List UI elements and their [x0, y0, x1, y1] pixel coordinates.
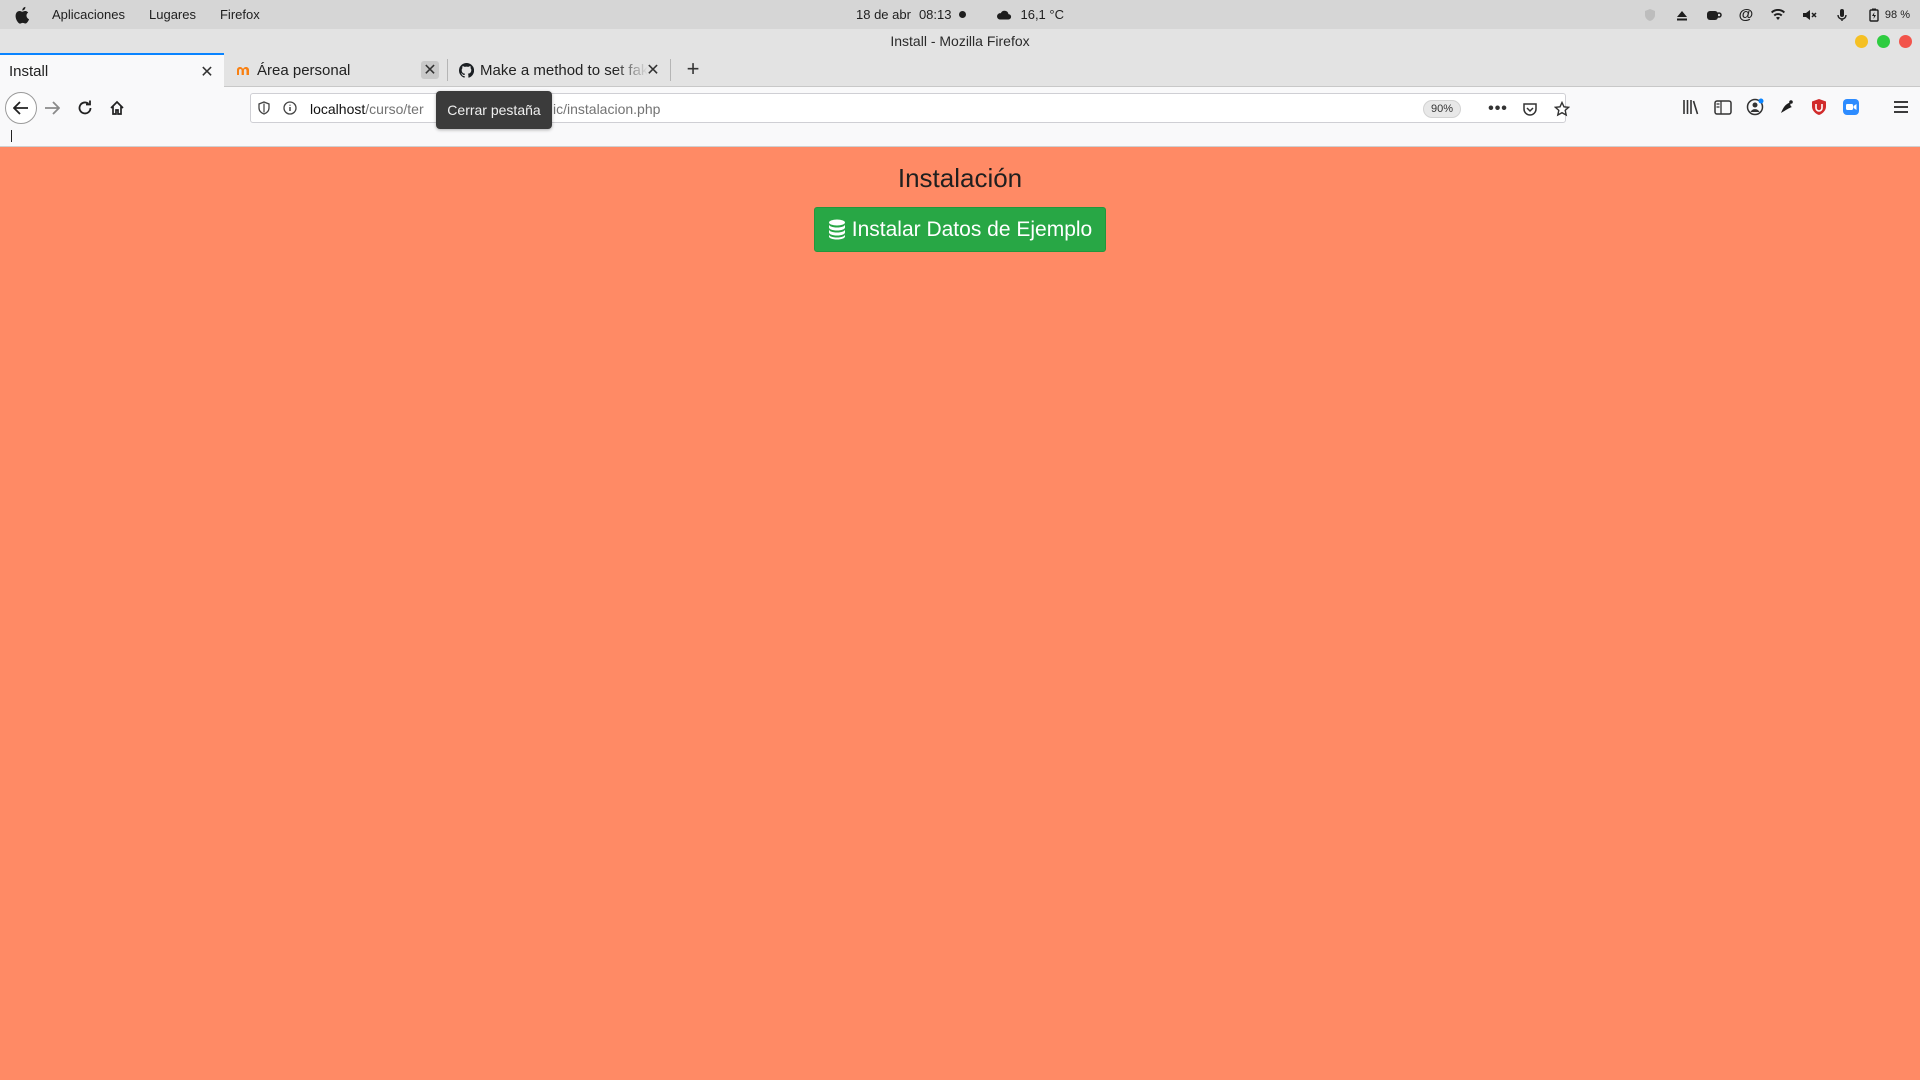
date-text[interactable]: 18 de abr: [856, 7, 911, 22]
reload-button[interactable]: [71, 94, 99, 122]
arrow-right-icon: [45, 101, 60, 115]
pocket-icon[interactable]: [1519, 98, 1541, 120]
shield-icon[interactable]: [1642, 7, 1658, 23]
github-favicon-icon: [458, 62, 474, 78]
forward-button[interactable]: [38, 94, 66, 122]
library-icon[interactable]: [1680, 96, 1702, 118]
url-text[interactable]: localhost/curso/ter: [310, 101, 440, 117]
system-menu-area: Aplicaciones Lugares Firefox: [0, 0, 284, 29]
page-content: Instalación Instalar Datos de Ejemplo: [0, 148, 1920, 1080]
tracking-protection-shield-icon[interactable]: [256, 100, 272, 116]
tab-separator: [670, 59, 671, 81]
toolbar-subbar: [0, 127, 1920, 147]
volume-muted-icon[interactable]: [1802, 7, 1818, 23]
window-title: Install - Mozilla Firefox: [890, 33, 1030, 49]
ublock-shield-icon[interactable]: [1808, 96, 1830, 118]
moodle-favicon-icon: [235, 62, 251, 78]
site-info-icon[interactable]: [282, 100, 298, 116]
hamburger-menu-icon[interactable]: [1890, 96, 1912, 118]
wifi-icon[interactable]: [1770, 7, 1786, 23]
menu-firefox[interactable]: Firefox: [220, 7, 260, 22]
eject-icon[interactable]: [1674, 7, 1690, 23]
coffee-cup-icon[interactable]: [1706, 7, 1722, 23]
tab-area-personal[interactable]: Área personal ✕: [225, 53, 447, 87]
tab-strip: Install ✕ Área personal ✕ Make a method …: [0, 53, 1920, 87]
account-icon[interactable]: [1744, 96, 1766, 118]
install-sample-data-button[interactable]: Instalar Datos de Ejemplo: [814, 207, 1106, 252]
weather-cloud-icon[interactable]: [996, 7, 1012, 23]
at-sign-icon[interactable]: @: [1738, 6, 1754, 23]
battery-indicator[interactable]: 98 %: [1866, 7, 1910, 23]
battery-icon: [1866, 7, 1882, 23]
battery-percent: 98 %: [1884, 8, 1910, 21]
zoom-level-badge[interactable]: 90%: [1423, 100, 1462, 118]
zoom-extension-icon[interactable]: [1840, 96, 1862, 118]
url-host: localhost: [310, 101, 366, 117]
new-tab-button[interactable]: +: [681, 58, 705, 82]
window-titlebar[interactable]: Install - Mozilla Firefox: [0, 29, 1920, 53]
weather-temp[interactable]: 16,1 °C: [1020, 7, 1064, 22]
home-icon: [110, 100, 124, 115]
clock-area: 18 de abr 08:13 16,1 °C: [0, 0, 1920, 29]
tab-title: Área personal: [257, 61, 351, 79]
system-tray: @ 98 %: [1642, 0, 1910, 29]
tab-close-icon[interactable]: ✕: [644, 61, 662, 79]
install-button-label: Instalar Datos de Ejemplo: [851, 217, 1093, 241]
url-actions: •••: [1487, 94, 1573, 124]
tab-title: Make a method to set fak: [480, 61, 649, 79]
extension-bird-icon[interactable]: [1776, 96, 1798, 118]
menu-aplicaciones[interactable]: Aplicaciones: [52, 7, 125, 22]
tab-install[interactable]: Install ✕: [0, 53, 224, 87]
menu-lugares[interactable]: Lugares: [149, 7, 196, 22]
arrow-left-icon: [13, 101, 28, 115]
sidebar-icon[interactable]: [1712, 96, 1734, 118]
reload-icon: [78, 100, 92, 115]
tab-close-icon[interactable]: ✕: [421, 61, 439, 79]
system-top-panel: Aplicaciones Lugares Firefox 18 de abr 0…: [0, 0, 1920, 29]
notification-dot: [959, 11, 967, 18]
tab-title: Install: [9, 62, 49, 80]
microphone-icon[interactable]: [1834, 7, 1850, 23]
close-tab-tooltip: Cerrar pestaña: [436, 91, 552, 129]
time-text[interactable]: 08:13: [919, 7, 952, 22]
database-icon: [828, 219, 846, 240]
tab-close-icon[interactable]: ✕: [198, 63, 216, 81]
minimize-button[interactable]: [1855, 35, 1868, 48]
close-window-button[interactable]: [1899, 35, 1912, 48]
bookmark-star-icon[interactable]: [1551, 98, 1573, 120]
back-button[interactable]: [5, 92, 37, 124]
toolbar-right-icons: [1680, 93, 1912, 121]
page-heading: Instalación: [897, 163, 1023, 193]
window-controls: [1855, 35, 1912, 48]
maximize-button[interactable]: [1877, 35, 1890, 48]
page-actions-more-icon[interactable]: •••: [1487, 98, 1509, 120]
text-cursor: [11, 130, 12, 142]
home-button[interactable]: [103, 94, 131, 122]
navigation-toolbar: localhost/curso/ter ic/instalacion.php 9…: [0, 87, 1920, 127]
tab-github-issue[interactable]: Make a method to set fak ✕: [448, 53, 670, 87]
apple-logo-icon[interactable]: [12, 5, 32, 25]
url-path-start: /curso/ter: [365, 101, 424, 117]
url-path-end[interactable]: ic/instalacion.php: [553, 101, 660, 117]
